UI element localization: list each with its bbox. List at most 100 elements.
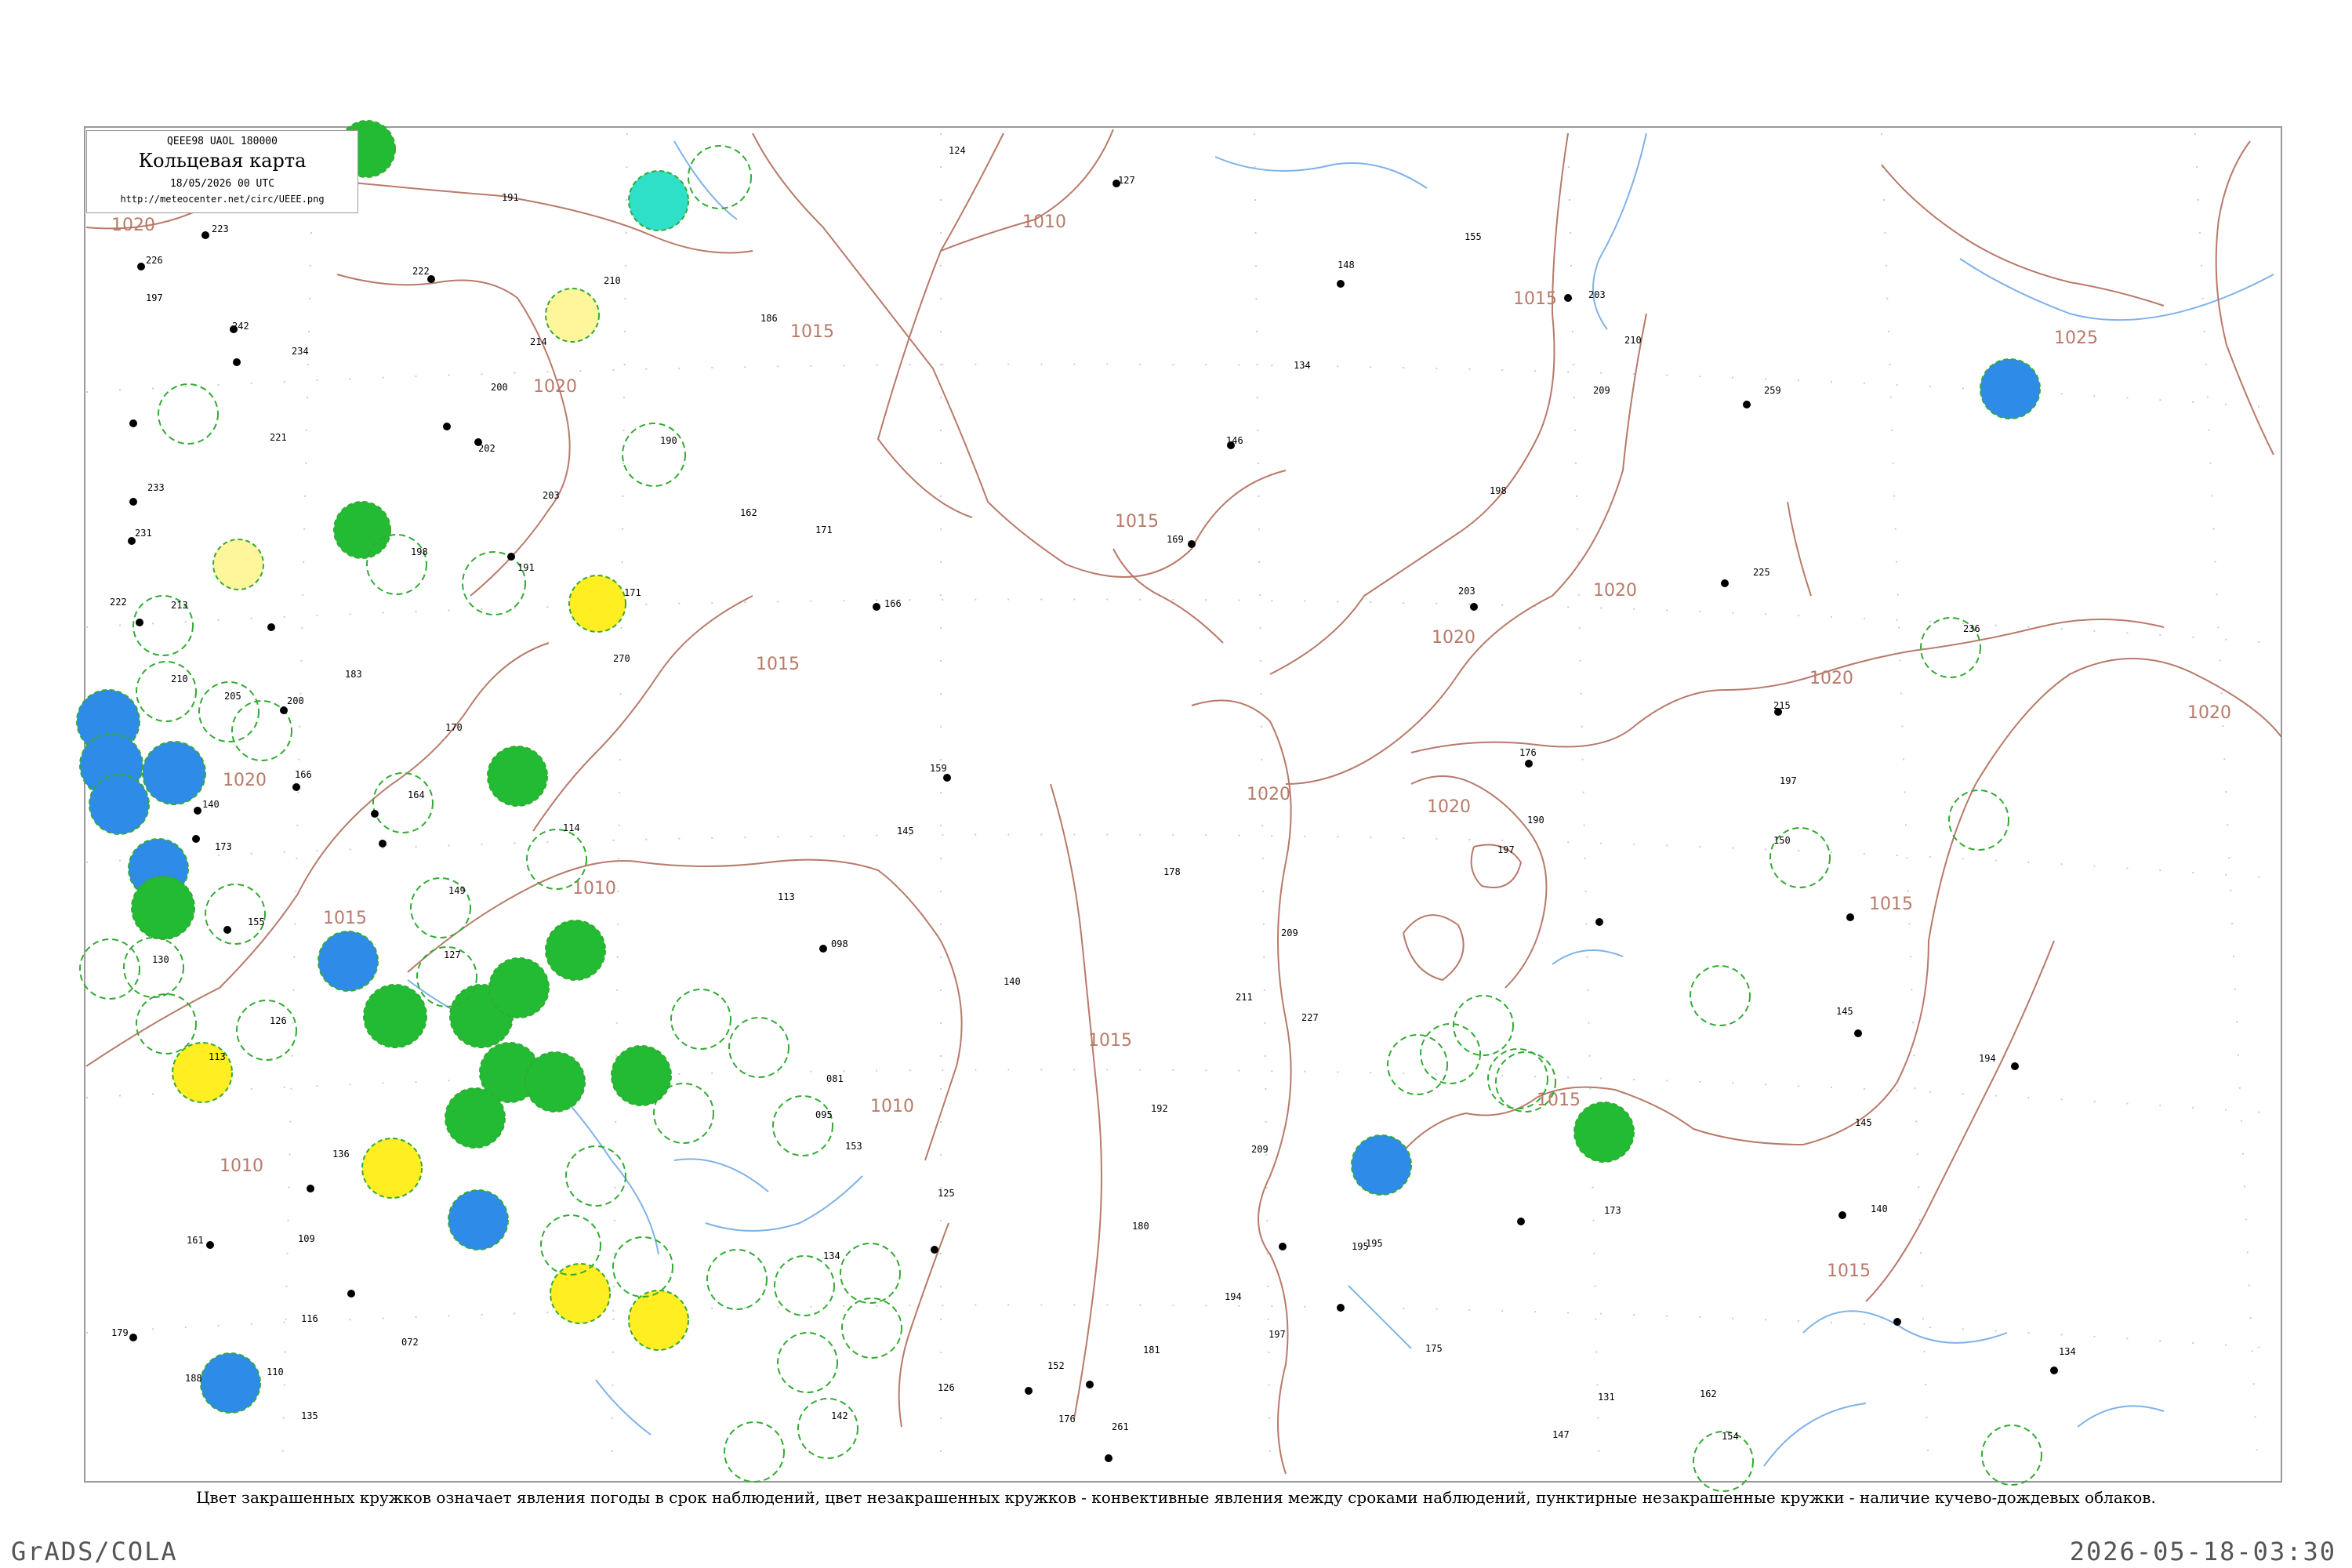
cb-ring xyxy=(136,661,197,722)
station-number: 197 xyxy=(1269,1329,1286,1340)
isobar-label: 1020 xyxy=(1432,628,1475,648)
isobar-label: 1020 xyxy=(111,216,155,235)
station-number: 081 xyxy=(826,1073,844,1084)
weather-circle-yellow xyxy=(361,1138,423,1199)
station-number: 234 xyxy=(292,346,309,357)
station-number: 166 xyxy=(884,598,902,609)
station-number: 176 xyxy=(1058,1414,1076,1425)
isobar-label: 1015 xyxy=(1827,1261,1871,1281)
weather-circle-yellow xyxy=(628,1290,689,1351)
station-number: 261 xyxy=(1112,1421,1129,1432)
isobar-label: 1015 xyxy=(323,909,367,928)
station-number: 178 xyxy=(1163,866,1181,877)
isobar-label: 1015 xyxy=(1115,512,1159,532)
cb-ring xyxy=(205,884,266,945)
isobar-label: 1015 xyxy=(1869,895,1913,914)
station-number: 149 xyxy=(448,885,466,896)
station-number: 173 xyxy=(1604,1205,1621,1216)
station-number: 180 xyxy=(1132,1221,1149,1232)
station-number: 197 xyxy=(1780,775,1797,786)
weather-circle-green xyxy=(363,984,427,1048)
isobar-label: 1010 xyxy=(572,879,616,898)
isobars xyxy=(85,129,2282,1475)
station-number: 155 xyxy=(248,916,265,927)
station-number: 203 xyxy=(1458,586,1475,597)
station-number: 095 xyxy=(815,1109,833,1120)
station-number: 210 xyxy=(604,275,621,286)
station-number: 211 xyxy=(1236,992,1253,1003)
isobar-labels: 1020 1010 1015 1020 1015 1015 1015 1020 … xyxy=(111,212,2231,1281)
station-number: 142 xyxy=(831,1410,848,1421)
map-caption: Цвет закрашенных кружков означает явлени… xyxy=(196,1488,2156,1507)
weather-circle-green xyxy=(445,1087,506,1149)
station-number: 164 xyxy=(408,789,425,800)
station-number: 140 xyxy=(1004,976,1021,987)
station-number: 130 xyxy=(152,954,169,965)
station-number: 203 xyxy=(543,490,560,501)
station-number: 222 xyxy=(110,597,127,608)
weather-circle-blue xyxy=(1351,1134,1412,1196)
station-number: 134 xyxy=(823,1250,840,1261)
station-number: 169 xyxy=(1167,534,1184,545)
rivers xyxy=(407,132,2274,1467)
station-number: 113 xyxy=(778,891,795,902)
lat-lon-grid xyxy=(85,132,2274,1475)
weather-circle-blue xyxy=(89,774,150,835)
station-number: 125 xyxy=(938,1188,955,1199)
isobar-label: 1020 xyxy=(1247,785,1290,804)
station-number: 205 xyxy=(224,691,241,702)
station-number: 195 xyxy=(1366,1238,1383,1249)
station-number: 209 xyxy=(1593,385,1610,396)
cb-ring xyxy=(372,772,434,833)
weather-circle-green xyxy=(545,920,606,981)
isobar-label: 1020 xyxy=(533,377,577,397)
isobar-label: 1020 xyxy=(1427,797,1471,817)
map-frame xyxy=(84,126,2282,1483)
station-number: 236 xyxy=(1963,623,1980,634)
cb-ring xyxy=(526,829,587,890)
station-number: 161 xyxy=(187,1235,204,1246)
map-date: 18/05/2026 00 UTC xyxy=(169,178,275,190)
map-title: Кольцевая карта xyxy=(138,150,307,172)
cb-ring xyxy=(565,1145,626,1207)
cb-ring xyxy=(841,1298,902,1359)
cb-ring xyxy=(462,551,526,615)
station-number: 259 xyxy=(1764,385,1781,396)
footer-credit: GrADS/COLA xyxy=(11,1537,178,1566)
station-number: 145 xyxy=(897,826,914,837)
station-number: 215 xyxy=(1773,700,1791,711)
station-number: 109 xyxy=(298,1233,315,1244)
cb-ring xyxy=(366,534,427,595)
station-number: 116 xyxy=(301,1313,318,1324)
weather-circle-blue xyxy=(142,741,206,805)
station-number: 194 xyxy=(1979,1053,1996,1064)
station-number: 148 xyxy=(1338,260,1355,270)
cb-ring xyxy=(774,1255,835,1316)
station-number: 223 xyxy=(212,223,229,234)
station-number: 135 xyxy=(301,1410,318,1421)
station-number: 155 xyxy=(1465,231,1482,242)
station-number: 147 xyxy=(1552,1429,1570,1440)
cb-ring xyxy=(797,1398,858,1459)
station-number: 098 xyxy=(831,938,848,949)
isobar-label: 1015 xyxy=(1088,1031,1132,1051)
station-number: 209 xyxy=(1251,1144,1269,1155)
station-number: 225 xyxy=(1753,567,1770,578)
weather-circle-paleyellow xyxy=(212,539,264,590)
station-number: 110 xyxy=(267,1367,284,1377)
station-number: 173 xyxy=(215,841,232,852)
station-number: 176 xyxy=(1519,747,1537,758)
station-number: 171 xyxy=(815,524,833,535)
cb-ring xyxy=(1948,789,2009,851)
station-number: 127 xyxy=(1118,175,1135,186)
station-number: 197 xyxy=(1497,844,1515,855)
weather-circle-green xyxy=(131,876,195,940)
isobar-label: 1020 xyxy=(1593,581,1637,601)
station-number: 146 xyxy=(1226,435,1243,446)
station-number: 222 xyxy=(412,266,430,277)
station-number: 221 xyxy=(270,432,287,443)
map-header-box: QEEE98 UAOL 180000 Кольцевая карта 18/05… xyxy=(86,130,358,213)
station-number: 210 xyxy=(171,673,188,684)
cb-ring xyxy=(1453,995,1514,1056)
cb-ring xyxy=(612,1236,673,1298)
